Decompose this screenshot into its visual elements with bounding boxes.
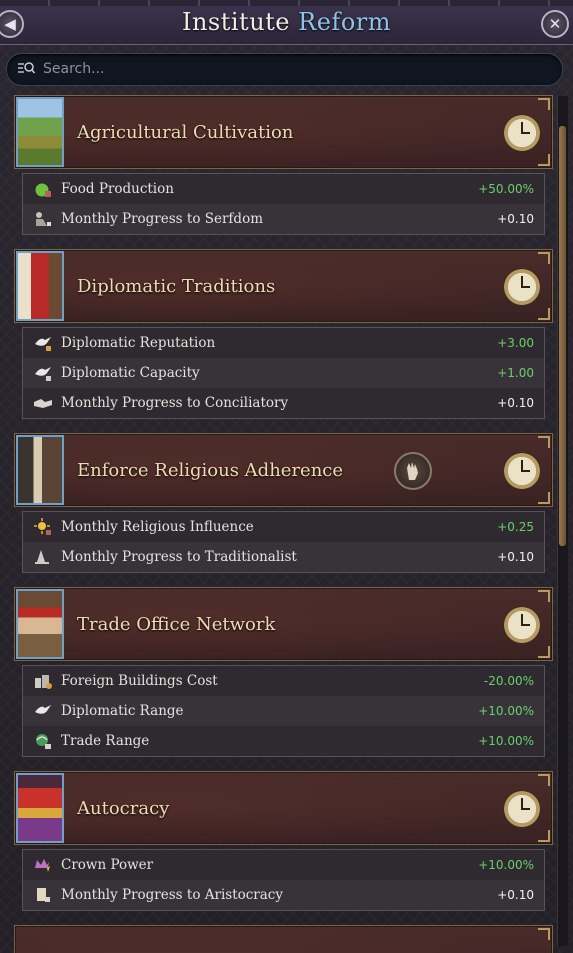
effect-value: +0.10 [497,888,534,902]
effect-label: Monthly Progress to Conciliatory [61,395,289,411]
effect-row: Food Production +50.00% [23,174,544,204]
clock-icon [503,452,541,490]
reform-title: Diplomatic Traditions [77,276,276,297]
serf-icon [36,212,51,226]
effect-value: +1.00 [497,366,534,380]
religious-sun-icon [34,518,51,535]
effect-value: +3.00 [497,336,534,350]
effects-list: Monthly Religious Influence +0.25 Monthl… [22,511,545,573]
scroll-icon [37,888,50,902]
scrollbar[interactable] [557,96,568,946]
handshake-icon [34,399,52,408]
effect-label: Diplomatic Capacity [61,365,200,381]
buildings-icon [35,675,52,689]
clock-icon [503,268,541,306]
clock-icon [503,114,541,152]
title-main: Institute [181,8,291,36]
hand-gesture-icon[interactable] [394,452,432,490]
effect-row: Monthly Religious Influence +0.25 [23,512,544,542]
farm-field-icon [16,97,64,167]
effect-row: Diplomatic Range +10.00% [23,696,544,726]
effect-label: Monthly Religious Influence [61,519,254,535]
scrollbar-thumb[interactable] [559,126,566,546]
effects-list: Diplomatic Reputation +3.00 Diplomatic C… [22,327,545,419]
reform-list: Agricultural Cultivation Food Production… [0,94,573,953]
effect-row: Trade Range +10.00% [23,726,544,756]
effect-row: Monthly Progress to Traditionalist +0.10 [23,542,544,572]
effect-value: -20.00% [483,674,534,688]
effect-value: +0.25 [497,520,534,534]
title-accent: Reform [298,8,391,36]
dove-icon [35,337,51,351]
crown-icon [16,773,64,843]
reform-title: Enforce Religious Adherence [77,460,344,481]
effect-row: Monthly Progress to Conciliatory +0.10 [23,388,544,418]
effect-value: +50.00% [478,182,534,196]
clergy-icon [16,435,64,505]
effects-list: Crown Power +10.00% Monthly Progress to … [22,849,545,911]
effect-value: +0.10 [497,396,534,410]
reform-title: Autocracy [77,798,170,819]
effect-label: Foreign Buildings Cost [61,673,218,689]
apple-icon [35,183,51,197]
search-icon [18,62,35,74]
effect-value: +10.00% [478,734,534,748]
crown-power-icon [35,859,50,872]
effect-value: +0.10 [497,550,534,564]
reform-title: Agricultural Cultivation [77,122,294,143]
merchant-icon [16,589,64,659]
search-input[interactable]: Search... [6,53,563,86]
reform-header[interactable]: Trade Office Network [14,587,553,661]
arrow-left-icon: ◀ [4,14,16,33]
reform-title: Trade Office Network [77,614,276,635]
effect-label: Diplomatic Range [61,703,184,719]
effect-row: Diplomatic Capacity +1.00 [23,358,544,388]
effect-value: +10.00% [478,704,534,718]
effect-row: Crown Power +10.00% [23,850,544,880]
decorative-strip [0,0,573,6]
title-bar: Institute Reform ◀ ✕ [0,0,573,45]
effect-label: Monthly Progress to Aristocracy [61,887,283,903]
reform-header[interactable]: Autocracy [14,771,553,845]
reform-header[interactable] [14,925,553,953]
effect-row: Foreign Buildings Cost -20.00% [23,666,544,696]
reform-header[interactable]: Diplomatic Traditions [14,249,553,323]
close-button[interactable]: ✕ [541,10,569,38]
clock-icon [503,790,541,828]
effect-label: Trade Range [61,733,150,749]
effect-row: Diplomatic Reputation +3.00 [23,328,544,358]
search-placeholder: Search... [43,61,105,77]
effect-value: +0.10 [497,212,534,226]
reform-header[interactable]: Enforce Religious Adherence [14,433,553,507]
close-icon: ✕ [548,14,562,33]
effect-label: Crown Power [61,857,154,873]
scales-icon [35,550,49,564]
effect-label: Monthly Progress to Serfdom [61,211,263,227]
diplomat-icon [16,251,64,321]
globe-icon [36,734,51,749]
reform-panel: Institute Reform ◀ ✕ Search... Agricultu… [0,0,573,953]
effects-list: Foreign Buildings Cost -20.00% Diplomati… [22,665,545,757]
effects-list: Food Production +50.00% Monthly Progress… [22,173,545,235]
effect-row: Monthly Progress to Serfdom +0.10 [23,204,544,234]
window-title: Institute Reform [0,8,573,36]
effect-row: Monthly Progress to Aristocracy +0.10 [23,880,544,910]
effect-value: +10.00% [478,858,534,872]
dove-icon [35,705,51,714]
reform-header[interactable]: Agricultural Cultivation [14,95,553,169]
effect-label: Monthly Progress to Traditionalist [61,549,297,565]
effect-label: Food Production [61,181,174,197]
effect-label: Diplomatic Reputation [61,335,216,351]
dove-icon [35,367,51,381]
clock-icon [503,606,541,644]
